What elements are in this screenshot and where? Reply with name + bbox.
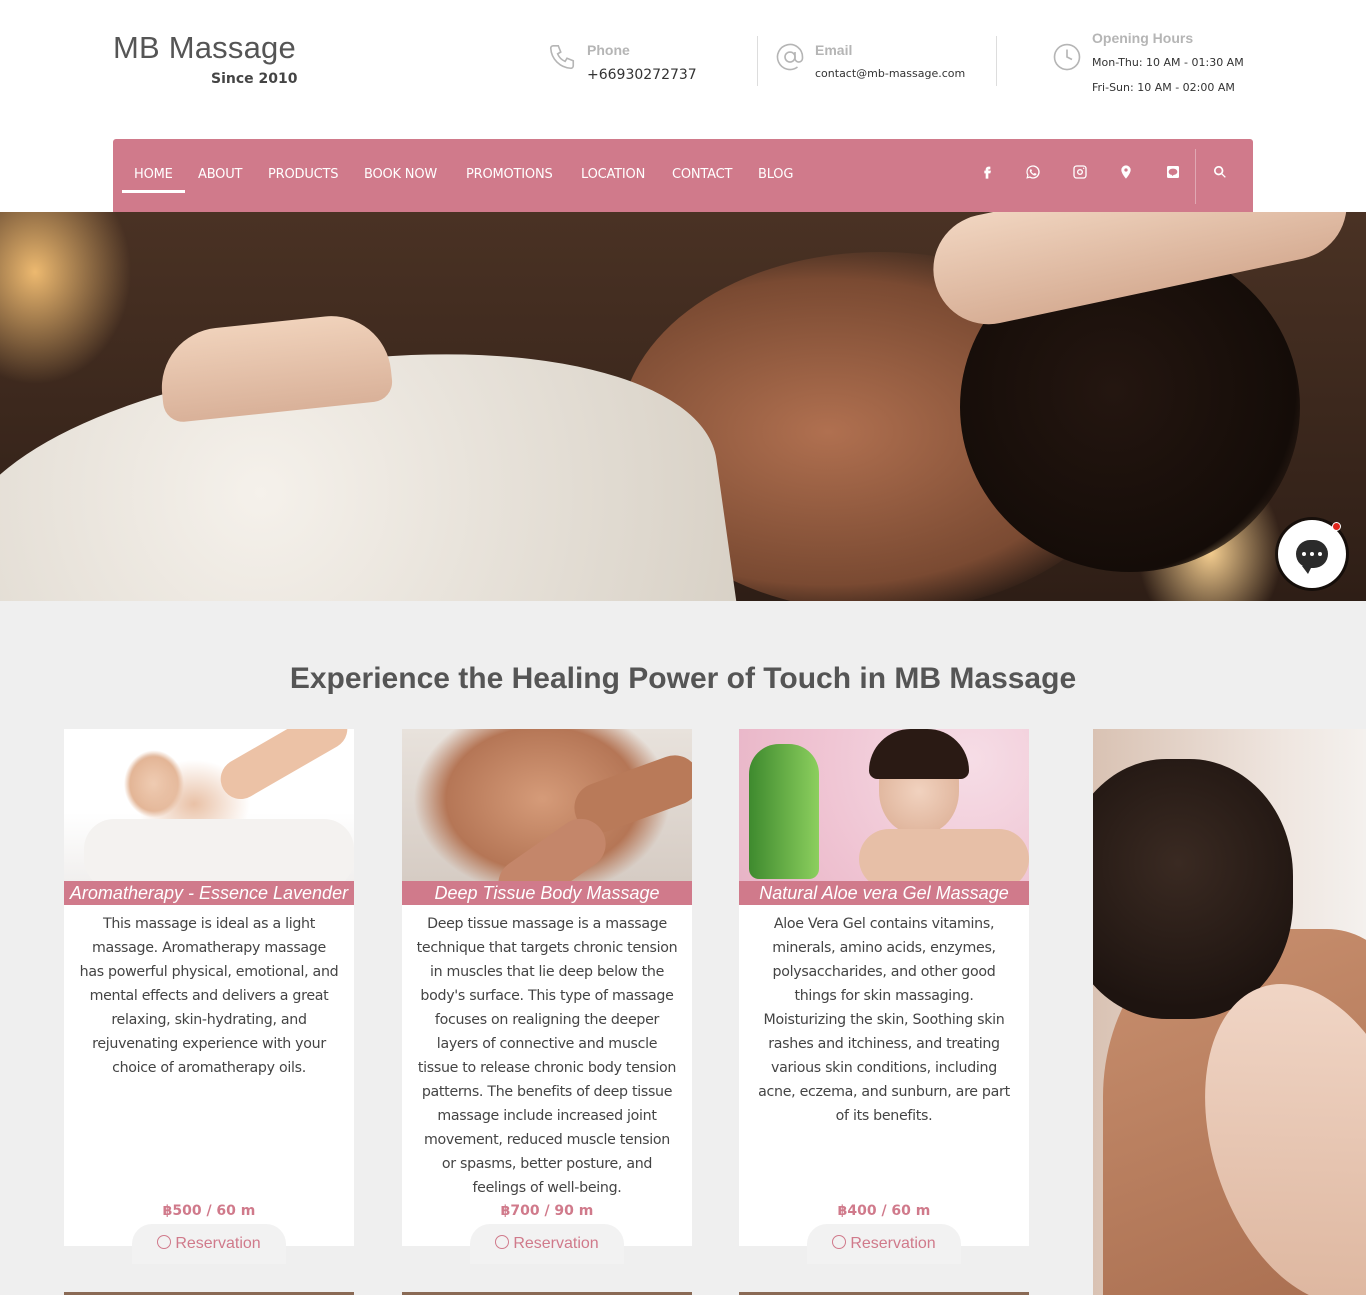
- instagram-icon[interactable]: [1069, 161, 1091, 183]
- whatsapp-icon: [157, 1235, 172, 1249]
- service-price: ฿500 / 60 m: [162, 1203, 256, 1219]
- reservation-label: Reservation: [850, 1235, 936, 1252]
- line-icon[interactable]: [1162, 161, 1184, 183]
- service-price: ฿700 / 90 m: [500, 1203, 594, 1219]
- nav-about[interactable]: ABOUT: [198, 167, 242, 182]
- search-icon[interactable]: [1209, 161, 1231, 183]
- nav-location[interactable]: LOCATION: [581, 167, 645, 182]
- service-image: [402, 729, 692, 881]
- nav-blog[interactable]: BLOG: [758, 167, 793, 182]
- phone-icon: [547, 42, 577, 72]
- clock-icon: [1052, 42, 1082, 72]
- service-card: Natural Aloe vera Gel Massage Aloe Vera …: [739, 729, 1029, 1264]
- service-price: ฿400 / 60 m: [837, 1203, 931, 1219]
- hero-image: [0, 212, 1366, 601]
- nav-contact[interactable]: CONTACT: [672, 167, 732, 182]
- notification-dot: [1332, 522, 1341, 531]
- opening-hours-info: Opening Hours Mon-Thu: 10 AM - 01:30 AM …: [1052, 22, 1272, 94]
- service-title: Natural Aloe vera Gel Massage: [739, 881, 1029, 905]
- reservation-label: Reservation: [513, 1235, 599, 1252]
- service-card: Aromatherapy - Essence Lavender This mas…: [64, 729, 354, 1264]
- whatsapp-icon[interactable]: [1022, 161, 1044, 183]
- service-card: Deep Tissue Body Massage Deep tissue mas…: [402, 729, 692, 1264]
- side-massage-photo: [1093, 729, 1366, 1295]
- service-description: Deep tissue massage is a massage techniq…: [416, 916, 678, 1196]
- whatsapp-icon: [832, 1235, 847, 1249]
- service-title: Deep Tissue Body Massage: [402, 881, 692, 905]
- service-image: [64, 729, 354, 881]
- nav-home[interactable]: HOME: [122, 167, 185, 193]
- divider: [757, 36, 758, 86]
- site-header: MB Massage Since 2010 Phone +66930272737…: [0, 0, 1366, 212]
- map-pin-icon[interactable]: [1115, 161, 1137, 183]
- reservation-button[interactable]: Reservation: [470, 1224, 624, 1264]
- hours-label: Opening Hours: [1092, 30, 1194, 46]
- email-value[interactable]: contact@mb-massage.com: [815, 67, 965, 80]
- hours-weekend: Fri-Sun: 10 AM - 02:00 AM: [1092, 81, 1235, 94]
- service-description: Aloe Vera Gel contains vitamins, mineral…: [758, 916, 1010, 1124]
- reservation-label: Reservation: [175, 1235, 261, 1252]
- service-title: Aromatherapy - Essence Lavender: [64, 881, 354, 905]
- nav-products[interactable]: PRODUCTS: [268, 167, 339, 182]
- reservation-button[interactable]: Reservation: [807, 1224, 961, 1264]
- email-label: Email: [815, 42, 853, 58]
- reservation-button[interactable]: Reservation: [132, 1224, 286, 1264]
- at-sign-icon: [775, 42, 805, 72]
- email-info: Email contact@mb-massage.com: [775, 30, 995, 90]
- nav-book-now[interactable]: BOOK NOW: [364, 167, 437, 182]
- phone-label: Phone: [587, 42, 630, 58]
- hours-weekday: Mon-Thu: 10 AM - 01:30 AM: [1092, 56, 1244, 69]
- main-nav: HOME ABOUT PRODUCTS BOOK NOW PROMOTIONS …: [113, 139, 1253, 212]
- brand-name[interactable]: MB Massage: [113, 30, 313, 66]
- nav-promotions[interactable]: PROMOTIONS: [466, 167, 553, 182]
- chat-icon: [1296, 540, 1328, 574]
- divider: [1195, 149, 1196, 204]
- phone-info: Phone +66930272737: [547, 30, 727, 90]
- phone-value[interactable]: +66930272737: [587, 67, 697, 83]
- whatsapp-icon: [495, 1235, 510, 1249]
- facebook-icon[interactable]: [976, 161, 998, 183]
- service-description: This massage is ideal as a light massage…: [79, 916, 339, 1076]
- brand-logo[interactable]: MB Massage Since 2010: [113, 30, 313, 87]
- brand-since: Since 2010: [211, 71, 298, 87]
- divider: [996, 36, 997, 86]
- service-image: [739, 729, 1029, 881]
- section-title: Experience the Healing Power of Touch in…: [289, 662, 1077, 695]
